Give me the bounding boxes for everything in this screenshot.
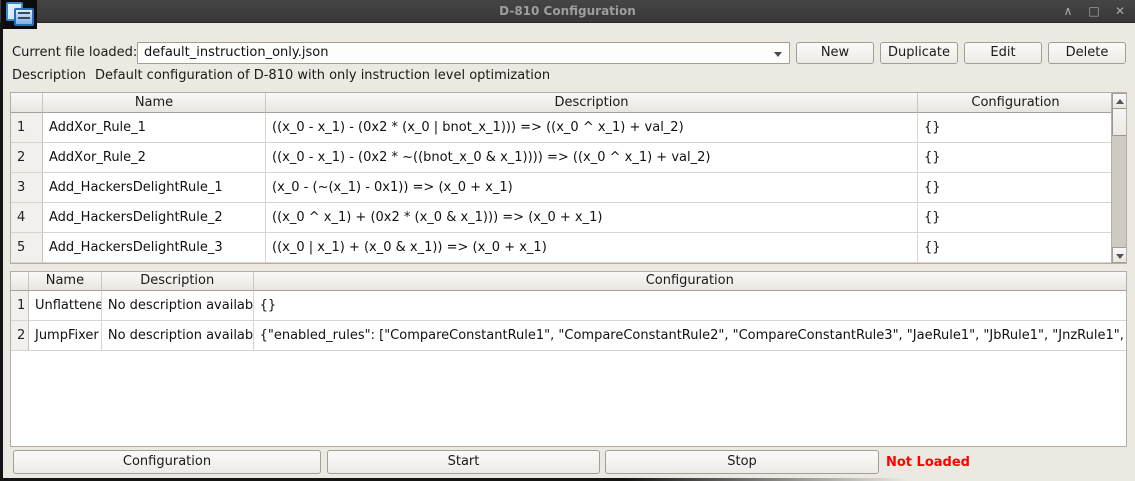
cell-desc: ((x_0 - x_1) - (0x2 * ~((bnot_x_0 & x_1)…	[266, 143, 918, 173]
cell-desc: No description available	[102, 321, 254, 351]
stop-button[interactable]: Stop	[605, 450, 879, 474]
scrollbar-thumb[interactable]	[1112, 108, 1127, 136]
status-badge: Not Loaded	[886, 455, 970, 470]
rules-table-scrollbar[interactable]	[1111, 93, 1126, 263]
cell-conf: {}	[918, 143, 1113, 173]
d810-configuration-window: D-810 Configuration ∧ □ ✕ Current file l…	[0, 0, 1135, 481]
cell-desc: ((x_0 - x_1) - (0x2 * (x_0 | bnot_x_1)))…	[266, 113, 918, 143]
cell-conf: {"enabled_rules": ["CompareConstantRule1…	[254, 321, 1126, 351]
corner-header	[11, 272, 29, 291]
delete-button[interactable]: Delete	[1048, 42, 1126, 64]
table-row[interactable]: 2AddXor_Rule_2((x_0 - x_1) - (0x2 * ~((b…	[11, 143, 1126, 173]
app-icon	[1, 0, 37, 29]
scroll-down-icon[interactable]	[1112, 247, 1127, 263]
rules-table-body: 1AddXor_Rule_1((x_0 - x_1) - (0x2 * (x_0…	[11, 113, 1126, 263]
cell-num: 2	[11, 143, 43, 173]
cell-conf: {}	[918, 173, 1113, 203]
processors-table-body: 1UnflattenerNo description available{}2J…	[11, 291, 1126, 351]
cell-desc: ((x_0 ^ x_1) + (0x2 * (x_0 & x_1))) => (…	[266, 203, 918, 233]
window-left-border	[0, 23, 3, 481]
document-window-icon	[14, 8, 34, 26]
processors-table-header: Name Description Configuration	[11, 272, 1126, 291]
rules-header-name[interactable]: Name	[43, 93, 266, 113]
processors-table: Name Description Configuration 1Unflatte…	[10, 271, 1127, 447]
table-row[interactable]: 2JumpFixerNo description available{"enab…	[11, 321, 1126, 351]
cell-desc: No description available	[102, 291, 254, 321]
cell-conf: {}	[918, 233, 1113, 263]
cell-name: Unflattener	[29, 291, 102, 321]
cell-num: 4	[11, 203, 43, 233]
rules-table-header: Name Description Configuration	[11, 93, 1126, 113]
table-row[interactable]: 3Add_HackersDelightRule_1(x_0 - (~(x_1) …	[11, 173, 1126, 203]
processors-header-configuration[interactable]: Configuration	[254, 272, 1126, 291]
current-file-label: Current file loaded:	[12, 42, 137, 64]
cell-conf: {}	[918, 203, 1113, 233]
cell-name: Add_HackersDelightRule_3	[43, 233, 266, 263]
table-row[interactable]: 1UnflattenerNo description available{}	[11, 291, 1126, 321]
cell-num: 1	[11, 113, 43, 143]
start-button[interactable]: Start	[327, 450, 600, 474]
cell-num: 5	[11, 233, 43, 263]
cell-num: 3	[11, 173, 43, 203]
description-line: Description Default configuration of D-81…	[12, 68, 550, 83]
rules-table-partial-row	[11, 263, 1126, 264]
cell-num: 2	[11, 321, 29, 351]
scroll-up-icon[interactable]	[1112, 93, 1127, 109]
cell-name: JumpFixer	[29, 321, 102, 351]
maximize-icon[interactable]: □	[1087, 0, 1101, 23]
cell-desc: (x_0 - (~(x_1) - 0x1)) => (x_0 + x_1)	[266, 173, 918, 203]
window-controls: ∧ □ ✕	[1061, 0, 1127, 23]
title-bar[interactable]: D-810 Configuration ∧ □ ✕	[0, 0, 1135, 23]
shade-icon[interactable]: ∧	[1061, 0, 1075, 23]
table-row[interactable]: 1AddXor_Rule_1((x_0 - x_1) - (0x2 * (x_0…	[11, 113, 1126, 143]
cell-conf: {}	[254, 291, 1126, 321]
description-text: Default configuration of D-810 with only…	[95, 68, 550, 83]
cell-name: Add_HackersDelightRule_2	[43, 203, 266, 233]
table-row[interactable]: 5Add_HackersDelightRule_3((x_0 | x_1) + …	[11, 233, 1126, 263]
cell-num: 1	[11, 291, 29, 321]
duplicate-button[interactable]: Duplicate	[880, 42, 958, 64]
window-title: D-810 Configuration	[0, 0, 1135, 23]
cell-name: AddXor_Rule_2	[43, 143, 266, 173]
edit-button[interactable]: Edit	[964, 42, 1042, 64]
new-button[interactable]: New	[796, 42, 874, 64]
processors-header-description[interactable]: Description	[102, 272, 254, 291]
table-row[interactable]: 4Add_HackersDelightRule_2((x_0 ^ x_1) + …	[11, 203, 1126, 233]
rules-header-description[interactable]: Description	[266, 93, 918, 113]
configuration-button[interactable]: Configuration	[13, 450, 321, 474]
cell-name: AddXor_Rule_1	[43, 113, 266, 143]
description-label: Description	[12, 68, 86, 83]
cell-name: Add_HackersDelightRule_1	[43, 173, 266, 203]
config-file-dropdown[interactable]: default_instruction_only.json	[137, 42, 790, 64]
cell-desc: ((x_0 | x_1) + (x_0 & x_1)) => (x_0 + x_…	[266, 233, 918, 263]
close-icon[interactable]: ✕	[1113, 0, 1127, 23]
chevron-down-icon	[774, 52, 782, 57]
corner-header	[11, 93, 43, 113]
rules-header-configuration[interactable]: Configuration	[918, 93, 1113, 113]
config-file-dropdown-value: default_instruction_only.json	[144, 45, 328, 60]
processors-header-name[interactable]: Name	[29, 272, 102, 291]
rules-table: Name Description Configuration 1AddXor_R…	[10, 92, 1127, 264]
cell-conf: {}	[918, 113, 1113, 143]
